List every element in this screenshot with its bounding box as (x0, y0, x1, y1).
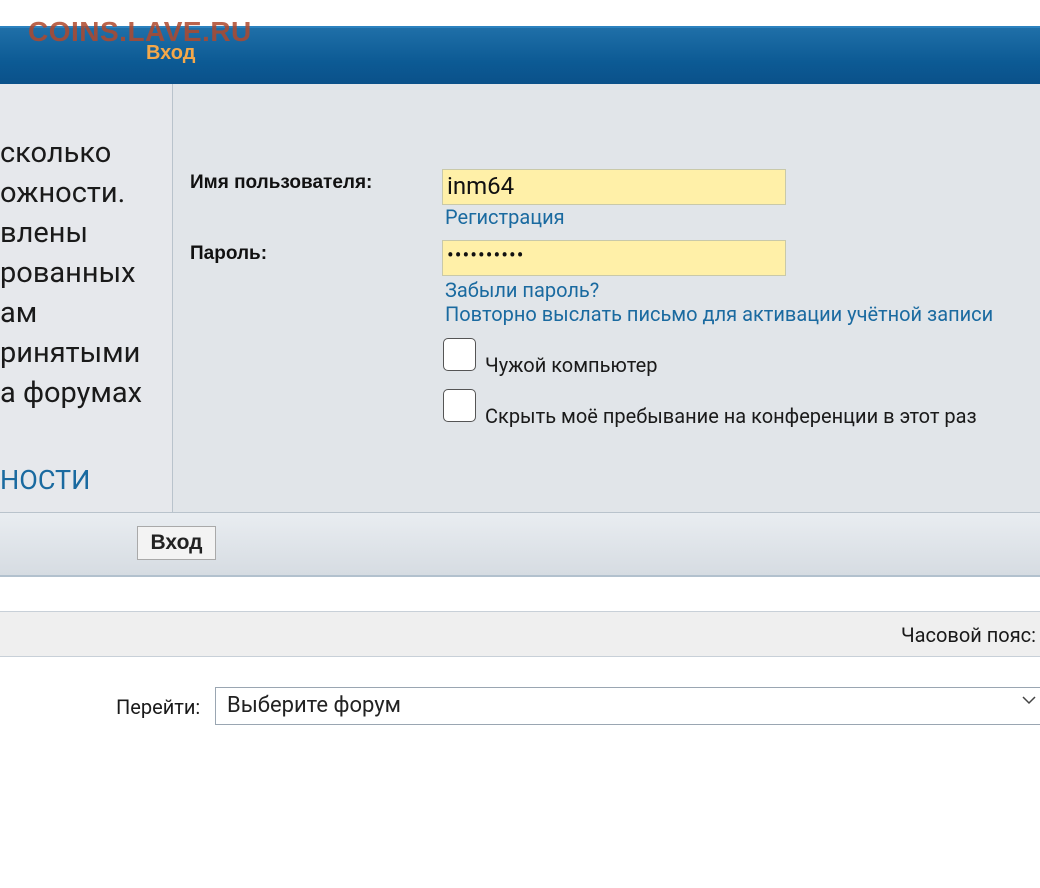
hide-presence-checkbox[interactable] (443, 389, 476, 422)
resend-activation-link[interactable]: Повторно выслать письмо для активации уч… (445, 302, 993, 326)
timezone-label: Часовой пояс: (900, 623, 1036, 647)
timezone-bar: Часовой пояс: (0, 611, 1040, 657)
info-text-line: ам (0, 296, 38, 330)
register-link[interactable]: Регистрация (445, 205, 565, 229)
info-text-line: ринятыми (0, 336, 141, 370)
public-computer-checkbox[interactable] (443, 338, 476, 371)
page-title: Вход (146, 42, 196, 64)
forgot-password-link[interactable]: Забыли пароль? (445, 278, 599, 302)
forum-select[interactable]: Выберите форум (215, 687, 1040, 725)
info-text-line: влены (0, 216, 88, 250)
site-watermark: COINS.LAVE.RU (28, 16, 252, 47)
hide-presence-label: Скрыть моё пребывание на конференции в э… (485, 404, 977, 428)
info-text-line: ожности. (0, 176, 126, 210)
chevron-down-icon (1022, 696, 1036, 705)
info-text-line: а форумах (0, 376, 143, 410)
public-computer-label: Чужой компьютер (485, 353, 658, 377)
username-input[interactable]: inm64 (442, 169, 786, 205)
info-text-line: рованных (0, 256, 136, 290)
info-link[interactable]: НОСТИ (0, 464, 90, 496)
info-text-line: сколько (0, 136, 112, 170)
goto-label: Перейти: (116, 695, 201, 719)
login-button[interactable]: Вход (137, 526, 216, 560)
password-label: Пароль: (190, 243, 268, 264)
password-input[interactable]: •••••••••• (442, 240, 786, 276)
username-label: Имя пользователя: (190, 172, 373, 193)
info-column: сколько ожности. влены рованных ам ринят… (0, 84, 173, 512)
